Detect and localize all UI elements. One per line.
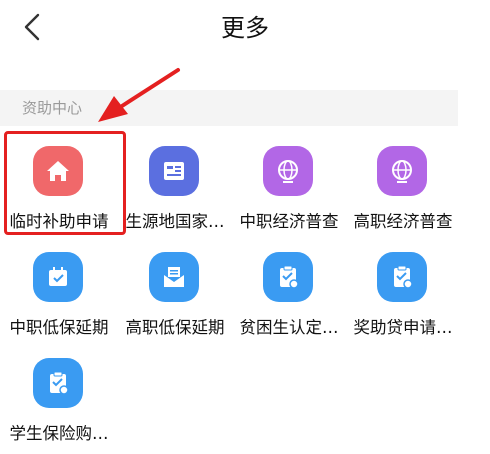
grid-item-secondary-economic-census[interactable]: 中职经济普查	[230, 146, 348, 242]
clipboard-icon	[33, 358, 83, 408]
item-label: 中职低保延期	[9, 318, 109, 337]
grid-item-higher-economic-census[interactable]: 高职经济普查	[344, 146, 462, 242]
item-label: 贫困生认定…	[239, 318, 339, 337]
globe-icon	[377, 146, 427, 196]
item-label: 生源地国家…	[125, 212, 225, 231]
item-label: 中职经济普查	[239, 212, 339, 231]
grid-item-higher-subsistence-extension[interactable]: 高职低保延期	[116, 252, 234, 348]
envelope-icon	[149, 252, 199, 302]
grid-item-scholarship-loan-application[interactable]: 奖助贷申请…	[344, 252, 462, 348]
grid-item-national-loan[interactable]: 生源地国家…	[116, 146, 234, 242]
highlight-box	[4, 131, 126, 235]
book-icon	[149, 146, 199, 196]
section-header: 资助中心	[0, 90, 458, 126]
grid-item-secondary-subsistence-extension[interactable]: 中职低保延期	[0, 252, 118, 348]
item-label: 高职经济普查	[353, 212, 453, 231]
item-label: 学生保险购…	[9, 424, 109, 443]
page-title: 更多	[221, 14, 269, 42]
header-bar: 更多	[0, 0, 490, 56]
grid-item-student-insurance[interactable]: 学生保险购…	[0, 358, 118, 454]
item-label: 奖助贷申请…	[353, 318, 453, 337]
globe-icon	[263, 146, 313, 196]
item-label: 高职低保延期	[125, 318, 225, 337]
clipboard-icon	[377, 252, 427, 302]
grid-item-poverty-certification[interactable]: 贫困生认定…	[230, 252, 348, 348]
calendar-icon	[33, 252, 83, 302]
section-label: 资助中心	[22, 99, 83, 117]
clipboard-icon	[263, 252, 313, 302]
